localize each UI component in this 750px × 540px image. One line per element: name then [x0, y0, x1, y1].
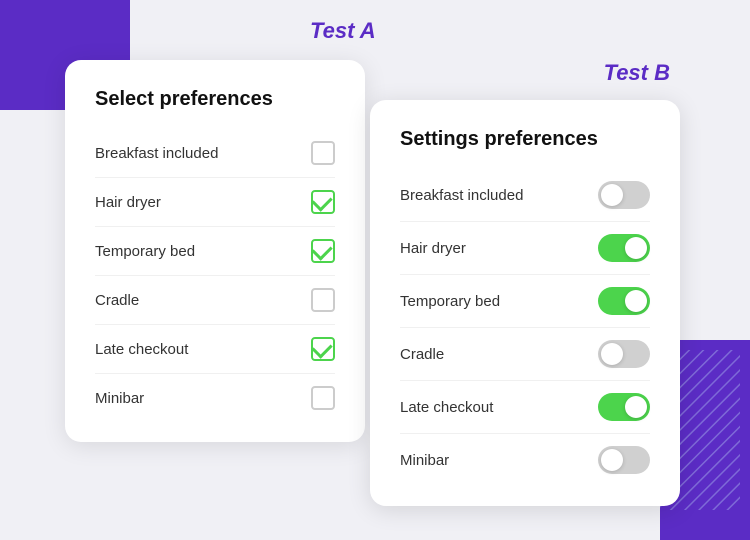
pref-row-breakfast-b: Breakfast included: [400, 169, 650, 222]
test-a-label: Test A: [310, 18, 376, 44]
pref-row-minibar-b: Minibar: [400, 434, 650, 486]
pref-label-cradle-b: Cradle: [400, 346, 444, 363]
pref-row-tempbed-b: Temporary bed: [400, 275, 650, 328]
pref-label-tempbed-b: Temporary bed: [400, 293, 500, 310]
card-b-title: Settings preferences: [400, 128, 650, 151]
checkbox-cradle-a[interactable]: [311, 288, 335, 312]
card-a-title: Select preferences: [95, 88, 335, 111]
toggle-cradle-b[interactable]: [598, 340, 650, 368]
pref-row-minibar-a: Minibar: [95, 374, 335, 422]
test-b-label: Test B: [604, 60, 670, 86]
pref-row-tempbed-a: Temporary bed: [95, 227, 335, 276]
pref-label-minibar-a: Minibar: [95, 390, 144, 407]
pref-row-cradle-a: Cradle: [95, 276, 335, 325]
toggle-knob-hairdryer-b: [625, 237, 647, 259]
checkbox-minibar-a[interactable]: [311, 386, 335, 410]
pref-label-minibar-b: Minibar: [400, 452, 449, 469]
pref-label-cradle-a: Cradle: [95, 292, 139, 309]
toggle-knob-breakfast-b: [601, 184, 623, 206]
toggle-breakfast-b[interactable]: [598, 181, 650, 209]
checkbox-hairdryer-a[interactable]: [311, 190, 335, 214]
pref-label-hairdryer-b: Hair dryer: [400, 240, 466, 257]
pref-row-cradle-b: Cradle: [400, 328, 650, 381]
pref-label-hairdryer-a: Hair dryer: [95, 194, 161, 211]
checkbox-tempbed-a[interactable]: [311, 239, 335, 263]
pref-label-checkout-b: Late checkout: [400, 399, 493, 416]
toggle-knob-checkout-b: [625, 396, 647, 418]
card-b: Settings preferences Breakfast included …: [370, 100, 680, 506]
pref-label-breakfast-b: Breakfast included: [400, 187, 523, 204]
pref-row-checkout-b: Late checkout: [400, 381, 650, 434]
toggle-checkout-b[interactable]: [598, 393, 650, 421]
pref-label-checkout-a: Late checkout: [95, 341, 188, 358]
pref-row-breakfast-a: Breakfast included: [95, 129, 335, 178]
toggle-tempbed-b[interactable]: [598, 287, 650, 315]
toggle-minibar-b[interactable]: [598, 446, 650, 474]
toggle-hairdryer-b[interactable]: [598, 234, 650, 262]
pref-label-tempbed-a: Temporary bed: [95, 243, 195, 260]
toggle-knob-minibar-b: [601, 449, 623, 471]
toggle-knob-cradle-b: [601, 343, 623, 365]
pref-label-breakfast-a: Breakfast included: [95, 145, 218, 162]
toggle-knob-tempbed-b: [625, 290, 647, 312]
pref-row-checkout-a: Late checkout: [95, 325, 335, 374]
checkbox-breakfast-a[interactable]: [311, 141, 335, 165]
pref-row-hairdryer-a: Hair dryer: [95, 178, 335, 227]
checkbox-checkout-a[interactable]: [311, 337, 335, 361]
pref-row-hairdryer-b: Hair dryer: [400, 222, 650, 275]
card-a: Select preferences Breakfast included Ha…: [65, 60, 365, 442]
